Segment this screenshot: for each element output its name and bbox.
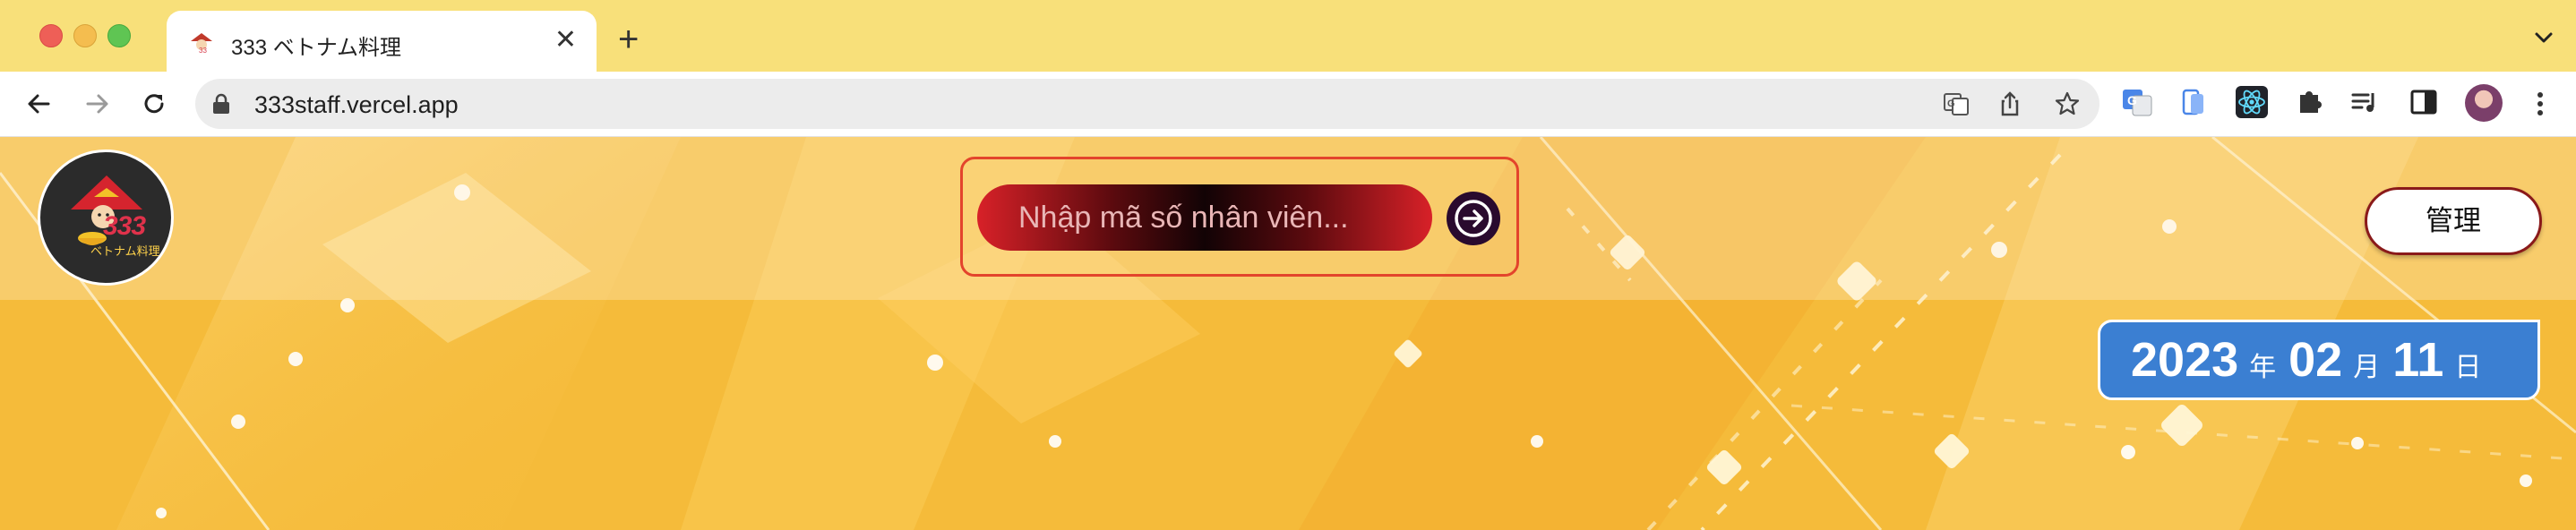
arrow-right-icon [1455, 200, 1492, 237]
extensions-puzzle-icon[interactable] [2293, 86, 2325, 118]
address-bar[interactable]: 333staff.vercel.app G [195, 79, 2099, 129]
site-favicon-icon: 33 [191, 33, 212, 55]
side-panel-icon[interactable] [2408, 86, 2440, 118]
svg-text:G: G [2127, 93, 2137, 107]
date-day-unit: 日 [2454, 352, 2482, 383]
window-close-button[interactable] [39, 24, 63, 47]
submit-arrow-button[interactable] [1447, 192, 1500, 245]
share-icon[interactable] [1996, 90, 2024, 118]
reload-icon[interactable] [138, 88, 170, 120]
date-year: 2023 [2131, 333, 2239, 387]
forward-arrow-icon[interactable] [81, 88, 113, 120]
logo-subtitle-text: ベトナム料理 [90, 244, 160, 258]
reading-list-icon[interactable] [2348, 86, 2381, 118]
employee-id-search-box [960, 157, 1519, 277]
new-tab-button[interactable]: + [618, 21, 639, 57]
date-month-unit: 月 [2353, 352, 2381, 383]
back-arrow-icon[interactable] [23, 88, 56, 120]
browser-tab-active[interactable]: 33 333 ベトナム料理 ✕ [167, 11, 597, 72]
translate-icon[interactable]: G [1942, 90, 1971, 118]
date-year-unit: 年 [2249, 352, 2277, 383]
lock-icon [213, 93, 229, 114]
tab-close-icon[interactable]: ✕ [554, 27, 577, 54]
tab-title: 333 ベトナム料理 [231, 36, 401, 60]
tab-search-chevron-down-icon[interactable] [2531, 25, 2556, 50]
logo-number-text: 333 [103, 211, 146, 241]
browser-menu-kebab-icon[interactable] [2531, 86, 2549, 122]
google-translate-extension-icon[interactable]: G [2121, 86, 2153, 118]
restaurant-logo[interactable]: 333 ベトナム料理 [38, 150, 174, 286]
url-text: 333staff.vercel.app [254, 91, 459, 118]
profile-avatar[interactable] [2465, 84, 2503, 122]
bookmark-star-icon[interactable] [2053, 90, 2082, 118]
admin-button[interactable]: 管理 [2365, 187, 2542, 255]
svg-text:33: 33 [199, 47, 207, 55]
date-badge: 2023 年 02 月 11 日 [2098, 320, 2540, 400]
svg-text:G: G [1947, 98, 1955, 109]
employee-id-input[interactable] [977, 184, 1432, 251]
mobile-simulator-extension-icon[interactable] [2178, 86, 2211, 118]
window-minimize-button[interactable] [73, 24, 97, 47]
date-day: 11 [2392, 333, 2444, 387]
react-devtools-icon[interactable] [2236, 86, 2268, 118]
page-viewport: 333 ベトナム料理 管理 2023 年 02 月 11 日 [0, 137, 2576, 530]
window-zoom-button[interactable] [107, 24, 131, 47]
date-month: 02 [2288, 333, 2343, 387]
browser-tab-strip: 33 333 ベトナム料理 ✕ + [0, 0, 2576, 72]
